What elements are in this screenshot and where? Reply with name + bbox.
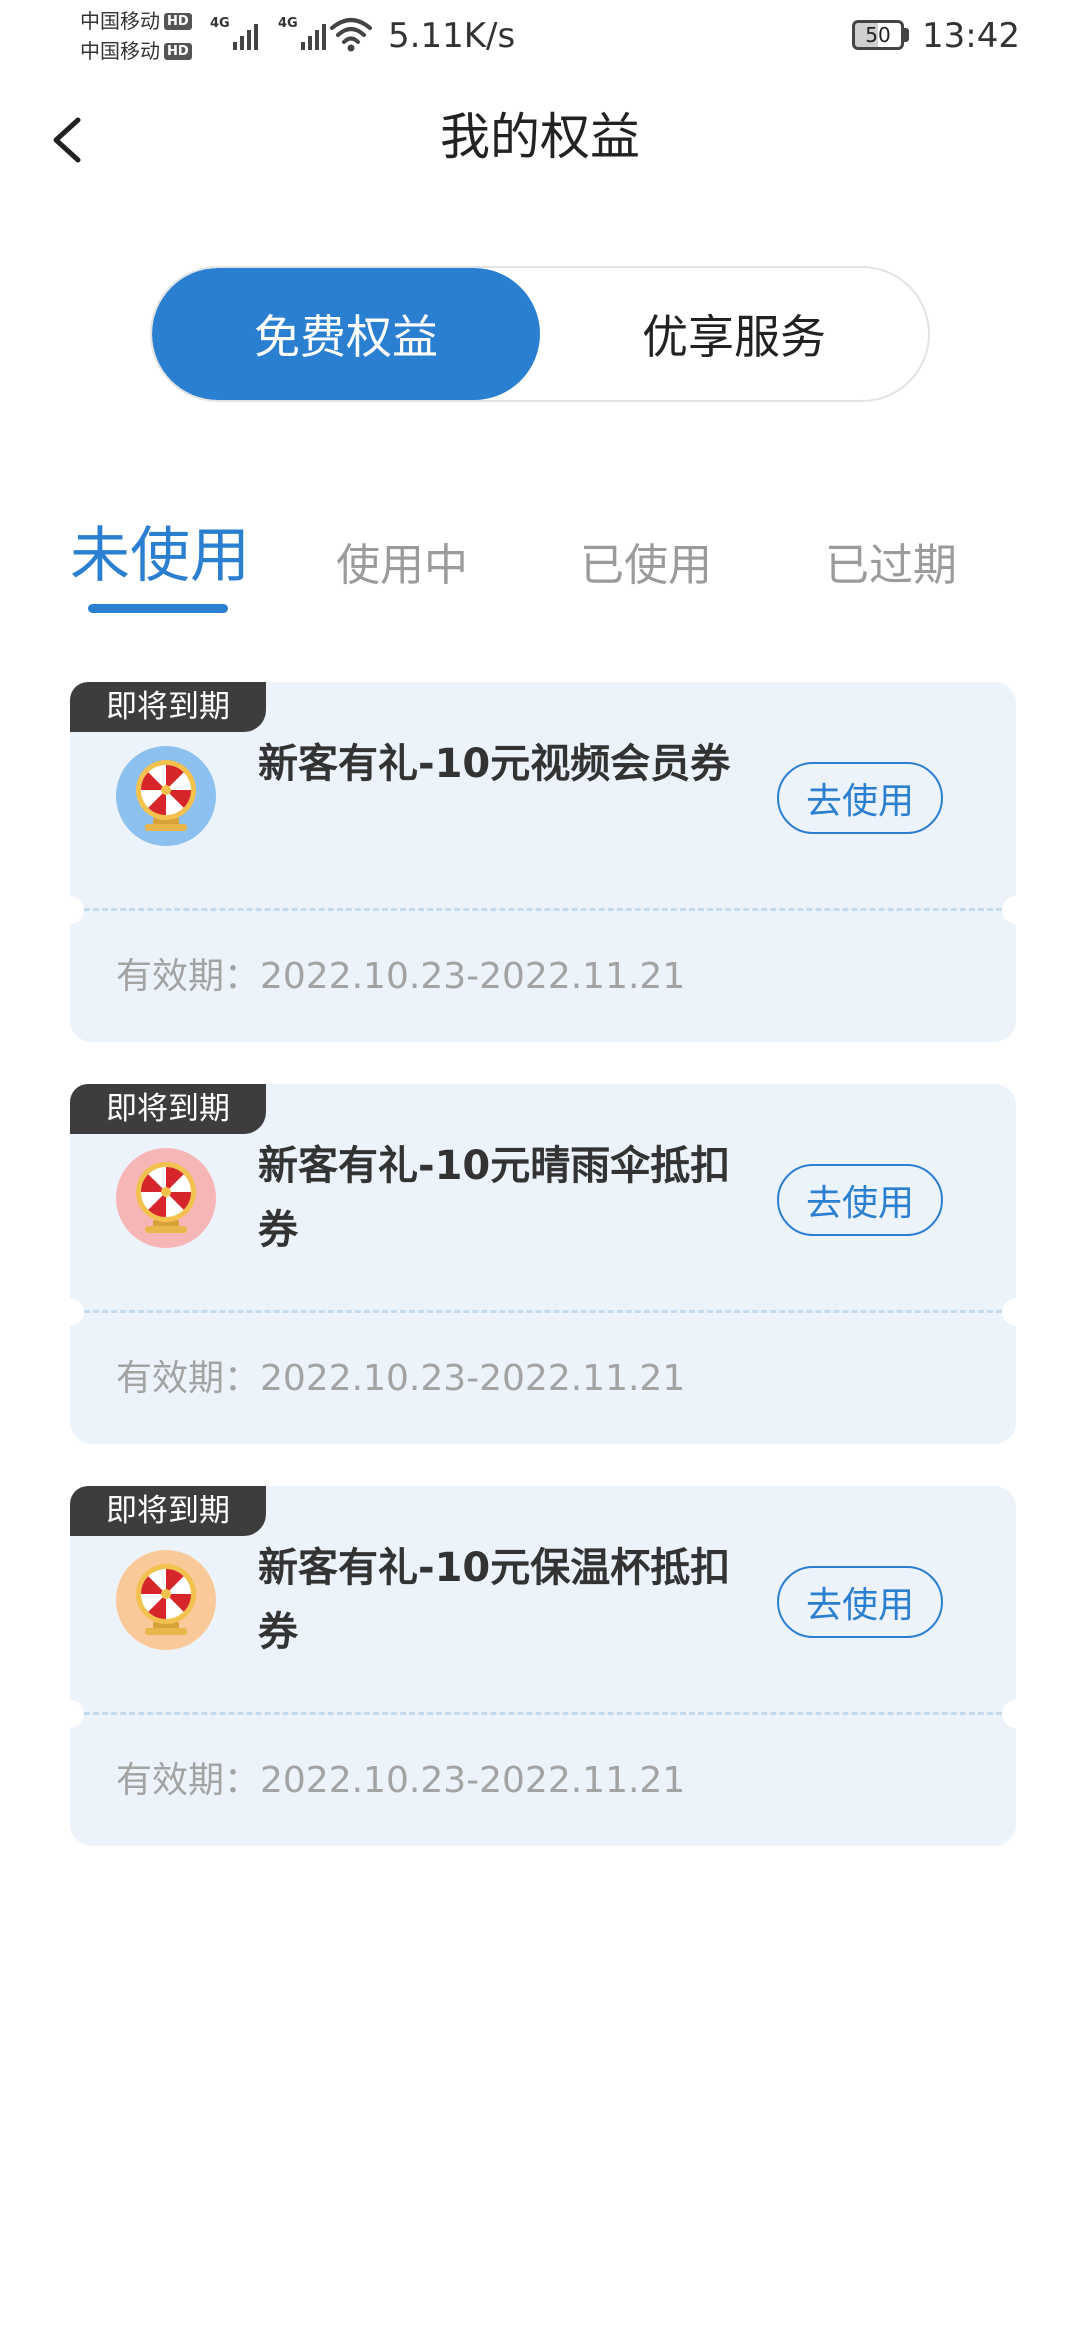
wifi-icon [330, 18, 372, 52]
benefit-type-switch: 免费权益 优享服务 [150, 266, 930, 402]
expiring-badge: 即将到期 [70, 1084, 266, 1134]
dashed-divider [84, 1310, 1002, 1313]
coupon-validity: 有效期：2022.10.23-2022.11.21 [116, 956, 686, 997]
use-coupon-button[interactable]: 去使用 [777, 1566, 943, 1638]
tab-expired[interactable]: 已过期 [825, 526, 957, 606]
tab-in-use[interactable]: 使用中 [336, 526, 468, 606]
coupon-list: 即将到期 新客有礼-10元视频会员券 去使用 有效期：2022.10.23-20… [56, 682, 1030, 1888]
signal-group: 4G 4G [210, 16, 326, 50]
ticket-notch [56, 1700, 84, 1728]
prize-wheel-icon [116, 1148, 216, 1248]
tab-used[interactable]: 已使用 [580, 526, 712, 606]
prize-wheel-icon [116, 746, 216, 846]
hd-badge: HD [164, 42, 192, 60]
segment-premium-services[interactable]: 优享服务 [540, 268, 928, 400]
carrier-info: 中国移动 HD 中国移动 HD [80, 6, 192, 66]
coupon-title: 新客有礼-10元晴雨伞抵扣券 [258, 1143, 731, 1253]
dashed-divider [84, 1712, 1002, 1715]
dashed-divider [84, 908, 1002, 911]
coupon-validity: 有效期：2022.10.23-2022.11.21 [116, 1358, 686, 1399]
clock: 13:42 [922, 16, 1020, 56]
carrier-name: 中国移动 [80, 9, 160, 33]
ticket-notch [1002, 1700, 1030, 1728]
battery-tip [904, 28, 909, 42]
tab-unused[interactable]: 未使用 [70, 516, 250, 596]
network-type: 4G [278, 16, 298, 31]
ticket-notch [56, 1298, 84, 1326]
coupon-title: 新客有礼-10元视频会员券 [258, 741, 731, 787]
coupon-validity: 有效期：2022.10.23-2022.11.21 [116, 1760, 686, 1801]
active-tab-indicator [88, 604, 228, 613]
network-type: 4G [210, 16, 230, 31]
carrier-name: 中国移动 [80, 39, 160, 63]
segment-free-benefits[interactable]: 免费权益 [152, 268, 540, 400]
ticket-notch [1002, 896, 1030, 924]
carrier-line-1: 中国移动 HD [80, 6, 192, 36]
prize-wheel-icon [116, 1550, 216, 1650]
status-bar: 中国移动 HD 中国移动 HD 4G 4G 5.11K/s 50 13:42 [0, 0, 1080, 72]
carrier-line-2: 中国移动 HD [80, 36, 192, 66]
status-tabs: 未使用 使用中 已使用 已过期 [70, 520, 1010, 620]
coupon-card: 即将到期 新客有礼-10元视频会员券 去使用 有效期：2022.10.23-20… [56, 682, 1030, 1042]
page-title: 我的权益 [440, 108, 640, 166]
coupon-card: 即将到期 新客有礼-10元保温杯抵扣券 去使用 有效期：2022.10.23-2… [56, 1486, 1030, 1846]
header: 我的权益 [0, 72, 1080, 202]
use-coupon-button[interactable]: 去使用 [777, 1164, 943, 1236]
signal-icon: 4G [278, 16, 326, 50]
expiring-badge: 即将到期 [70, 682, 266, 732]
battery-level: 50 [865, 23, 891, 47]
battery-icon: 50 [852, 20, 904, 50]
network-speed: 5.11K/s [388, 16, 516, 56]
hd-badge: HD [164, 12, 192, 30]
ticket-notch [56, 896, 84, 924]
signal-icon: 4G [210, 16, 258, 50]
ticket-notch [1002, 1298, 1030, 1326]
use-coupon-button[interactable]: 去使用 [777, 762, 943, 834]
expiring-badge: 即将到期 [70, 1486, 266, 1536]
coupon-title: 新客有礼-10元保温杯抵扣券 [258, 1545, 731, 1655]
coupon-card: 即将到期 新客有礼-10元晴雨伞抵扣券 去使用 有效期：2022.10.23-2… [56, 1084, 1030, 1444]
